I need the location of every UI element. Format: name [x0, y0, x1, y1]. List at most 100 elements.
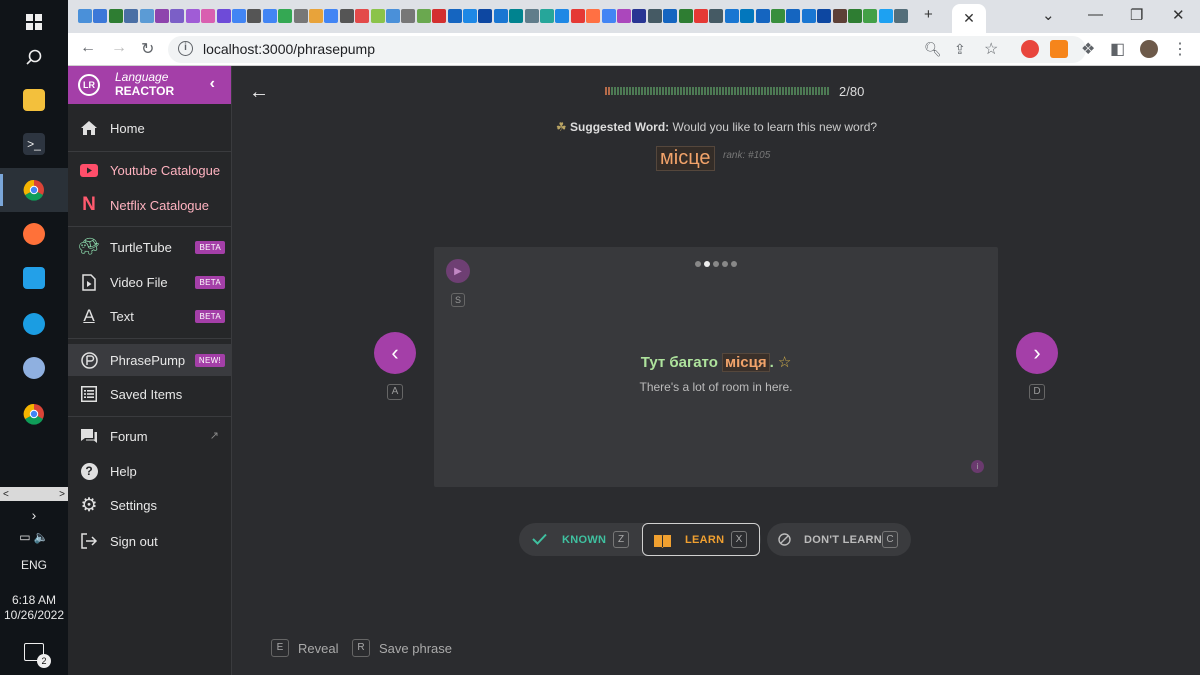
pager-dot[interactable]: [731, 261, 737, 267]
new-tab-plus-icon[interactable]: +: [924, 6, 933, 23]
bookmark-star-icon[interactable]: ☆: [984, 39, 998, 59]
pinned-tab-favicon-icon[interactable]: [370, 9, 385, 23]
pinned-tab-favicon-icon[interactable]: [386, 9, 400, 23]
address-url[interactable]: localhost:3000/phrasepump: [203, 41, 375, 57]
paint-icon[interactable]: [0, 346, 68, 390]
chrome-icon[interactable]: [0, 168, 68, 212]
previous-phrase-button[interactable]: ‹: [374, 332, 416, 374]
chrome-icon-2[interactable]: [0, 392, 68, 436]
dont-learn-button[interactable]: DON'T LEARN C: [767, 523, 911, 556]
extensions-puzzle-icon[interactable]: ❖: [1081, 39, 1095, 59]
pinned-tab-favicon-icon[interactable]: [447, 9, 462, 23]
pinned-tab-favicon-icon[interactable]: [647, 9, 662, 23]
pinned-tab-favicon-icon[interactable]: [832, 9, 847, 23]
learn-button[interactable]: LEARN X: [642, 523, 760, 556]
sidebar-item-turtletube[interactable]: 🐢︎ TurtleTube BETA: [68, 232, 231, 262]
pinned-tab-favicon-icon[interactable]: [293, 9, 308, 23]
pinned-tab-favicon-icon[interactable]: [848, 9, 862, 23]
pinned-tab-favicon-icon[interactable]: [309, 9, 323, 23]
pinned-tab-favicon-icon[interactable]: [509, 9, 524, 23]
file-explorer-icon[interactable]: [0, 78, 68, 122]
pinned-tab-favicon-icon[interactable]: [894, 9, 909, 23]
pinned-tab-favicon-icon[interactable]: [463, 9, 477, 23]
pinned-tab-favicon-icon[interactable]: [170, 9, 185, 23]
pinned-tab-favicon-icon[interactable]: [724, 9, 739, 23]
info-icon[interactable]: i: [971, 460, 984, 473]
pinned-tab-favicon-icon[interactable]: [863, 9, 878, 23]
restore-icon[interactable]: ❐: [1130, 6, 1143, 24]
sidebar-item-help[interactable]: ? Help: [68, 456, 231, 486]
clock-date[interactable]: 10/26/2022: [0, 608, 68, 622]
collapse-sidebar-chevron-icon[interactable]: ‹: [210, 75, 215, 93]
pinned-tab-favicon-icon[interactable]: [817, 9, 832, 23]
pinned-tab-favicon-icon[interactable]: [617, 9, 631, 23]
pinned-tab-favicon-icon[interactable]: [324, 9, 339, 23]
sidebar-item-sign-out[interactable]: Sign out: [68, 526, 231, 556]
sidebar-item-forum[interactable]: Forum ↗: [68, 421, 231, 451]
clock-time[interactable]: 6:18 AM: [0, 593, 68, 607]
pinned-tab-favicon-icon[interactable]: [478, 9, 493, 23]
known-button[interactable]: KNOWN Z: [519, 523, 641, 556]
pinned-tab-favicon-icon[interactable]: [355, 9, 370, 23]
firefox-icon[interactable]: [0, 212, 68, 256]
suggested-word[interactable]: місце: [656, 146, 715, 171]
sidebar-item-netflix[interactable]: N Netflix Catalogue: [68, 190, 231, 220]
pinned-tab-favicon-icon[interactable]: [740, 9, 755, 23]
profile-avatar[interactable]: [1140, 40, 1158, 58]
share-icon[interactable]: ⇪: [954, 41, 966, 58]
star-icon[interactable]: ☆: [778, 354, 791, 371]
pinned-tab-favicon-icon[interactable]: [663, 9, 678, 23]
show-hidden-icons-chevron-icon[interactable]: ›: [0, 507, 68, 523]
pager-dot[interactable]: [695, 261, 701, 267]
scroll-left-icon[interactable]: <: [3, 489, 9, 500]
pinned-tab-favicon-icon[interactable]: [124, 9, 139, 23]
pinned-tab-favicon-icon[interactable]: [401, 9, 416, 23]
active-tab[interactable]: ✕: [952, 4, 986, 33]
pinned-tab-favicon-icon[interactable]: [632, 9, 647, 23]
side-panel-icon[interactable]: ◧: [1110, 39, 1125, 59]
back-icon[interactable]: ←: [80, 39, 96, 57]
sidebar-item-text[interactable]: A Text BETA: [68, 301, 231, 331]
reveal-hint[interactable]: E Reveal: [271, 639, 338, 657]
extension-icon-1[interactable]: [1021, 40, 1039, 58]
pinned-tab-favicon-icon[interactable]: [786, 9, 801, 23]
pinned-tab-favicon-icon[interactable]: [416, 9, 431, 23]
pinned-tab-favicon-icon[interactable]: [755, 9, 770, 23]
example-pager-dots[interactable]: [695, 261, 737, 267]
taskbar-scrollbar[interactable]: < >: [0, 487, 68, 501]
pinned-tab-favicon-icon[interactable]: [709, 9, 724, 23]
pinned-tab-favicon-icon[interactable]: [771, 9, 785, 23]
brand-header[interactable]: LR Language REACTOR ‹: [68, 66, 231, 104]
sentence-highlight-word[interactable]: місця: [722, 353, 770, 372]
address-bar[interactable]: i localhost:3000/phrasepump 🔍︎ ⇪ ☆: [168, 36, 1086, 63]
tab-close-icon[interactable]: ✕: [963, 10, 975, 27]
pager-dot[interactable]: [713, 261, 719, 267]
pinned-tab-favicon-icon[interactable]: [586, 9, 601, 23]
sidebar-item-saved-items[interactable]: Saved Items: [68, 379, 231, 409]
pinned-tab-favicon-icon[interactable]: [93, 9, 108, 23]
pinned-tab-favicon-icon[interactable]: [78, 9, 92, 23]
metamask-icon[interactable]: [1050, 40, 1068, 58]
pinned-tab-favicon-icon[interactable]: [570, 9, 585, 23]
pinned-tab-favicon-icon[interactable]: [201, 9, 216, 23]
save-phrase-hint[interactable]: R Save phrase: [352, 639, 452, 657]
pinned-tab-favicon-icon[interactable]: [139, 9, 154, 23]
pinned-tab-favicon-icon[interactable]: [155, 9, 169, 23]
phrase-sentence[interactable]: Тут багато місця. ☆: [434, 353, 998, 372]
battery-volume-icon[interactable]: ▭ 🔈: [0, 530, 68, 544]
minimize-icon[interactable]: —: [1088, 6, 1103, 23]
search-icon[interactable]: [0, 36, 68, 80]
pinned-tab-favicon-icon[interactable]: [493, 9, 508, 23]
pinned-tab-favicon-icon[interactable]: [185, 9, 200, 23]
sidebar-item-video-file[interactable]: Video File BETA: [68, 267, 231, 297]
sidebar-item-youtube[interactable]: Youtube Catalogue: [68, 155, 231, 185]
pinned-tab-favicon-icon[interactable]: [524, 9, 539, 23]
input-language[interactable]: ENG: [0, 558, 68, 572]
reload-icon[interactable]: ↻: [141, 39, 154, 59]
vscode-icon[interactable]: [0, 256, 68, 300]
pinned-tab-favicon-icon[interactable]: [247, 9, 262, 23]
notifications-icon[interactable]: 2: [0, 630, 68, 674]
pinned-tab-favicon-icon[interactable]: [678, 9, 693, 23]
pinned-tab-favicon-icon[interactable]: [108, 9, 123, 23]
zoom-icon[interactable]: 🔍︎: [924, 41, 942, 58]
